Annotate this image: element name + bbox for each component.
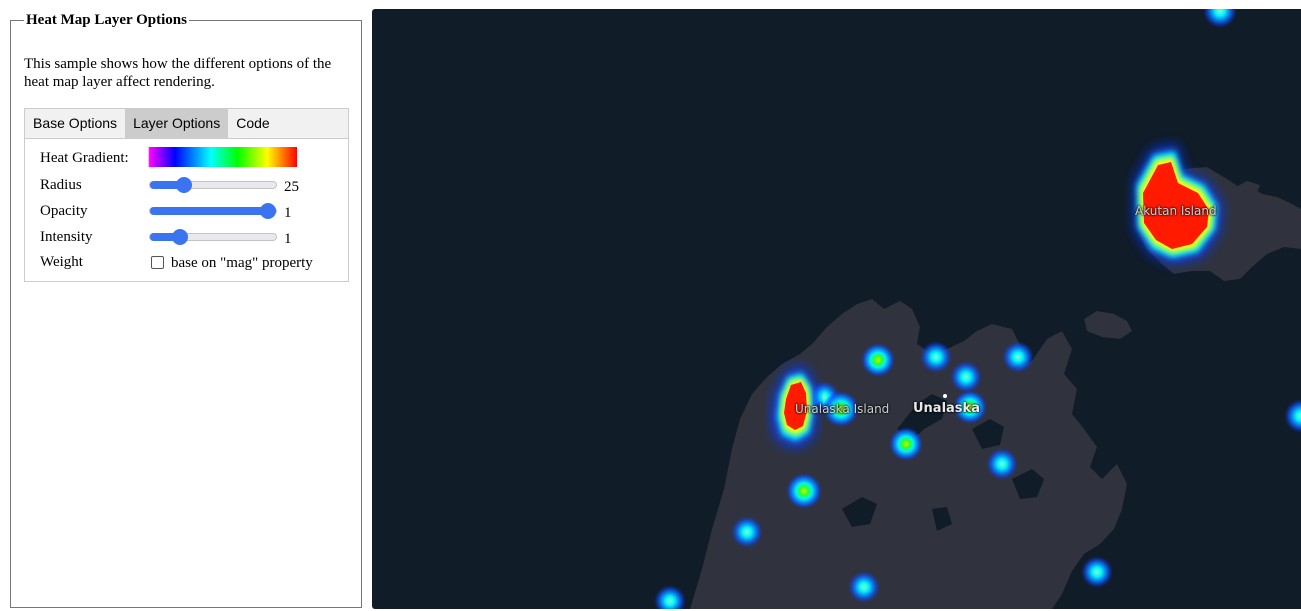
opacity-slider-thumb[interactable] bbox=[260, 203, 276, 219]
heat-spot bbox=[848, 571, 880, 603]
tab-layer-options[interactable]: Layer Options bbox=[125, 109, 229, 138]
unalaska-city-marker bbox=[943, 394, 947, 398]
heat-gradient-label: Heat Gradient: bbox=[40, 150, 129, 166]
intensity-value: 1 bbox=[284, 231, 292, 247]
heat-spot bbox=[731, 516, 763, 548]
heat-spot bbox=[1203, 9, 1237, 28]
heat-spot bbox=[786, 473, 822, 509]
panel-title: Heat Map Layer Options bbox=[24, 11, 189, 29]
heat-gradient-swatch[interactable] bbox=[148, 147, 297, 167]
intensity-slider[interactable] bbox=[149, 229, 277, 245]
map-view[interactable]: Akutan Island Unalaska Island Unalaska bbox=[372, 9, 1301, 609]
weight-label: Weight bbox=[40, 254, 83, 270]
intensity-label: Intensity bbox=[40, 229, 93, 245]
tab-base-options[interactable]: Base Options bbox=[25, 109, 125, 138]
heat-spot bbox=[1284, 399, 1301, 433]
unalaska-island-label: Unalaska Island bbox=[795, 402, 890, 416]
heat-spot bbox=[889, 427, 923, 461]
heat-spot bbox=[654, 585, 686, 609]
weight-checkbox-label[interactable]: base on "mag" property bbox=[171, 254, 313, 272]
weight-checkbox[interactable] bbox=[151, 256, 164, 269]
radius-slider[interactable] bbox=[149, 177, 277, 193]
akutan-island-label: Akutan Island bbox=[1135, 204, 1217, 218]
islet-1 bbox=[1084, 311, 1132, 339]
opacity-slider[interactable] bbox=[149, 203, 277, 219]
heat-spot bbox=[1081, 556, 1113, 588]
radius-label: Radius bbox=[40, 177, 82, 193]
heat-spot bbox=[861, 343, 895, 377]
heat-map-options-panel: Heat Map Layer Options This sample shows… bbox=[10, 11, 362, 608]
heat-spot bbox=[1002, 341, 1034, 373]
tab-bar: Base Options Layer Options Code bbox=[25, 109, 348, 139]
radius-value: 25 bbox=[284, 179, 299, 195]
heat-spot bbox=[986, 448, 1018, 480]
opacity-slider-fill bbox=[150, 207, 276, 215]
unalaska-city-label: Unalaska bbox=[913, 401, 980, 416]
intensity-slider-thumb[interactable] bbox=[172, 229, 189, 245]
tab-code[interactable]: Code bbox=[228, 109, 277, 138]
heat-spot bbox=[920, 341, 952, 373]
opacity-label: Opacity bbox=[40, 203, 88, 219]
panel-description: This sample shows how the different opti… bbox=[24, 56, 332, 90]
opacity-value: 1 bbox=[284, 205, 292, 221]
heat-spot bbox=[950, 361, 982, 393]
radius-slider-thumb[interactable] bbox=[176, 177, 193, 193]
options-tabs: Base Options Layer Options Code Heat Gra… bbox=[24, 108, 349, 282]
map-canvas[interactable] bbox=[372, 9, 1301, 609]
